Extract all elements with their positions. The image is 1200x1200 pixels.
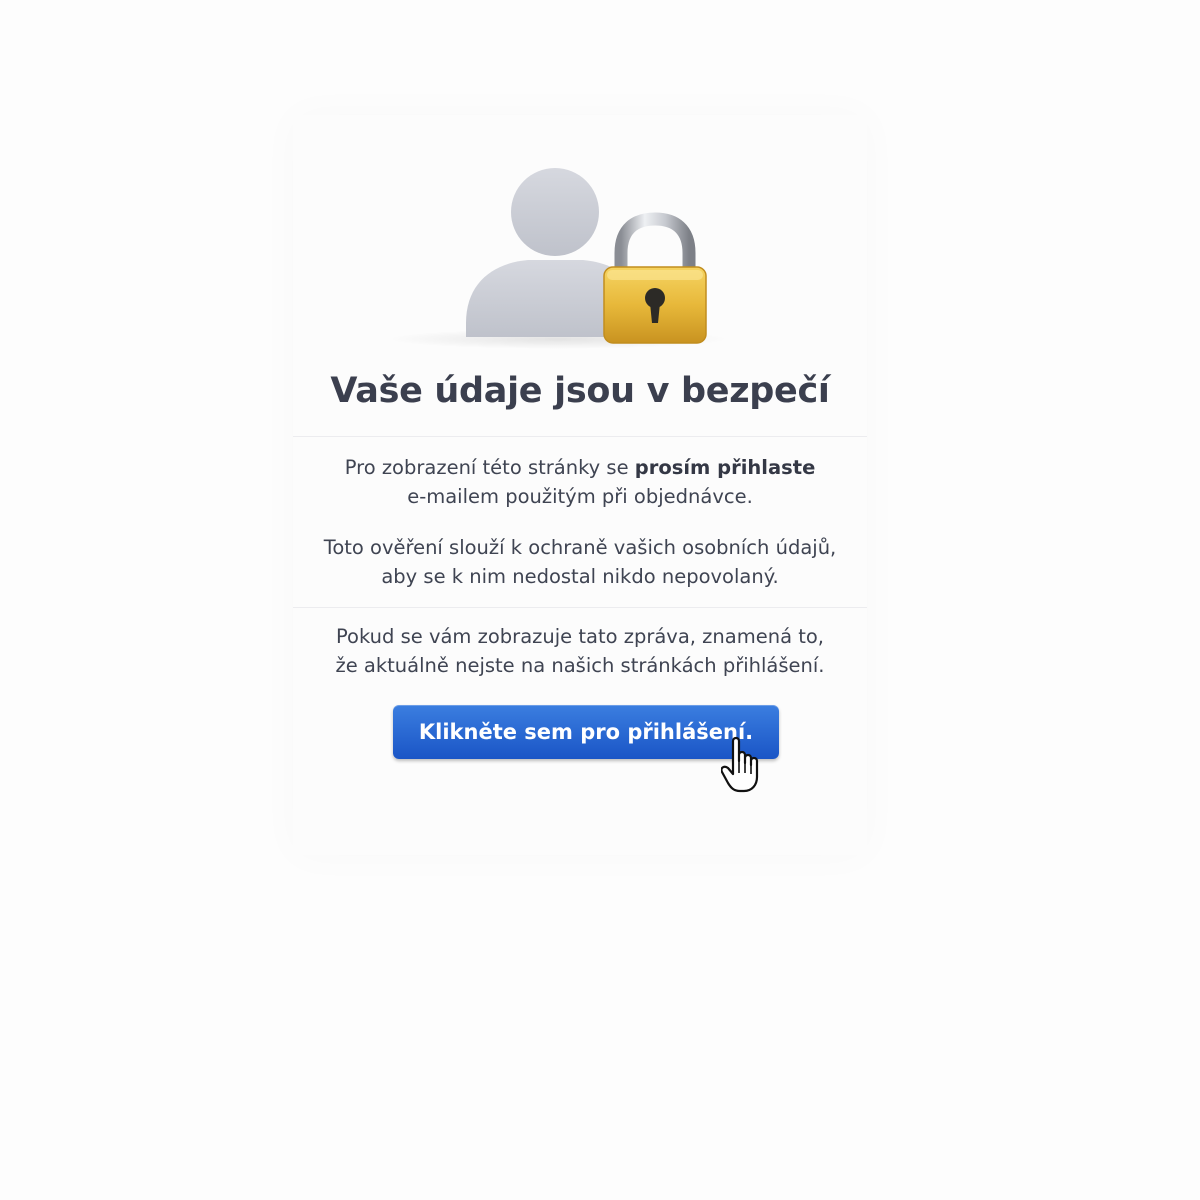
- instruction-text: Pro zobrazení této stránky se: [344, 456, 635, 479]
- instruction-line-2: e-mailem použitým při objednávce.: [407, 485, 753, 508]
- login-instruction-text: Pro zobrazení této stránky se prosím při…: [293, 453, 867, 511]
- purpose-line-2: aby se k nim nedostal nikdo nepovolaný.: [381, 565, 779, 588]
- padlock-icon: [603, 212, 707, 344]
- page-title: Vaše údaje jsou v bezpečí: [330, 371, 830, 411]
- security-card: Vaše údaje jsou v bezpečí Pro zobrazení …: [293, 115, 867, 855]
- hand-pointer-cursor-icon: [720, 733, 777, 799]
- divider: [293, 436, 867, 437]
- not-logged-in-text: Pokud se vám zobrazuje tato zpráva, znam…: [293, 622, 867, 680]
- instruction-emphasis: prosím přihlaste: [634, 456, 816, 479]
- notice-line-1: Pokud se vám zobrazuje tato zpráva, znam…: [335, 625, 825, 648]
- hero-illustration: [293, 115, 867, 365]
- divider: [293, 607, 867, 608]
- instruction-line-1: Pro zobrazení této stránky se prosím při…: [293, 453, 867, 482]
- verification-purpose-text: Toto ověření slouží k ochraně vašich oso…: [293, 533, 867, 591]
- notice-line-2: že aktuálně nejste na našich stránkách p…: [335, 654, 825, 677]
- purpose-line-1: Toto ověření slouží k ochraně vašich oso…: [323, 536, 837, 559]
